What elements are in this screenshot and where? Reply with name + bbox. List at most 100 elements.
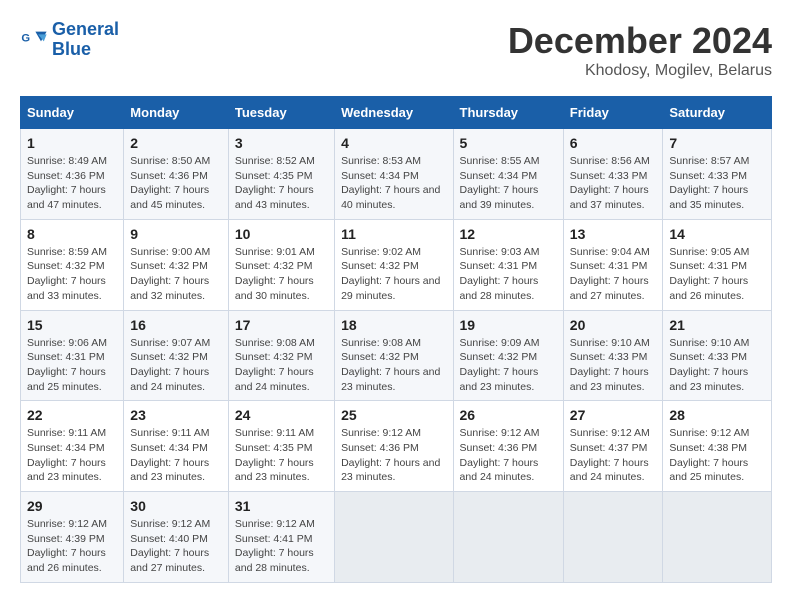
day-info: Sunrise: 9:08 AMSunset: 4:32 PMDaylight:… [235, 336, 328, 395]
day-number: 30 [130, 498, 222, 514]
logo-line1: General [52, 19, 119, 39]
title-block: December 2024 Khodosy, Mogilev, Belarus [508, 20, 772, 80]
calendar-cell: 5 Sunrise: 8:55 AMSunset: 4:34 PMDaylight… [453, 129, 563, 220]
weekday-header-saturday: Saturday [663, 97, 772, 129]
calendar-cell: 2 Sunrise: 8:50 AMSunset: 4:36 PMDaylight… [124, 129, 229, 220]
day-number: 26 [460, 407, 557, 423]
calendar-cell: 28Sunrise: 9:12 AMSunset: 4:38 PMDayligh… [663, 401, 772, 492]
day-number: 27 [570, 407, 657, 423]
day-number: 13 [570, 226, 657, 242]
calendar-cell: 6Sunrise: 8:56 AMSunset: 4:33 PMDaylight… [563, 129, 663, 220]
day-number: 16 [130, 317, 222, 333]
day-info: Sunrise: 9:03 AMSunset: 4:31 PMDaylight:… [460, 245, 557, 304]
calendar-cell: 1 Sunrise: 8:49 AMSunset: 4:36 PMDaylight… [21, 129, 124, 220]
day-info: Sunrise: 9:01 AMSunset: 4:32 PMDaylight:… [235, 245, 328, 304]
day-info: Sunrise: 9:00 AMSunset: 4:32 PMDaylight:… [130, 245, 222, 304]
day-info: Sunrise: 9:09 AMSunset: 4:32 PMDaylight:… [460, 336, 557, 395]
week-row-1: 1 Sunrise: 8:49 AMSunset: 4:36 PMDaylight… [21, 129, 772, 220]
day-info: Sunrise: 8:57 AMSunset: 4:33 PMDaylight:… [669, 154, 765, 213]
calendar-cell: 4 Sunrise: 8:53 AMSunset: 4:34 PMDaylight… [335, 129, 453, 220]
header: G General Blue December 2024 Khodosy, Mo… [20, 20, 772, 80]
calendar-cell: 18 Sunrise: 9:08 AMSunset: 4:32 PMDayligh… [335, 310, 453, 401]
day-number: 21 [669, 317, 765, 333]
day-info: Sunrise: 9:02 AMSunset: 4:32 PMDaylight:… [341, 245, 446, 304]
day-info: Sunrise: 9:12 AMSunset: 4:39 PMDaylight:… [27, 517, 117, 576]
week-row-5: 29 Sunrise: 9:12 AMSunset: 4:39 PMDayligh… [21, 492, 772, 583]
day-number: 29 [27, 498, 117, 514]
day-number: 14 [669, 226, 765, 242]
day-number: 17 [235, 317, 328, 333]
day-info: Sunrise: 9:12 AMSunset: 4:37 PMDaylight:… [570, 426, 657, 485]
calendar-cell: 9 Sunrise: 9:00 AMSunset: 4:32 PMDaylight… [124, 219, 229, 310]
week-row-3: 15Sunrise: 9:06 AMSunset: 4:31 PMDayligh… [21, 310, 772, 401]
day-info: Sunrise: 8:53 AMSunset: 4:34 PMDaylight:… [341, 154, 446, 213]
calendar-cell: 31 Sunrise: 9:12 AMSunset: 4:41 PMDayligh… [228, 492, 334, 583]
day-info: Sunrise: 9:04 AMSunset: 4:31 PMDaylight:… [570, 245, 657, 304]
calendar-cell: 25Sunrise: 9:12 AMSunset: 4:36 PMDayligh… [335, 401, 453, 492]
day-number: 31 [235, 498, 328, 514]
day-number: 15 [27, 317, 117, 333]
day-info: Sunrise: 9:12 AMSunset: 4:36 PMDaylight:… [460, 426, 557, 485]
calendar-table: SundayMondayTuesdayWednesdayThursdayFrid… [20, 96, 772, 583]
calendar-cell: 11Sunrise: 9:02 AMSunset: 4:32 PMDayligh… [335, 219, 453, 310]
weekday-header-tuesday: Tuesday [228, 97, 334, 129]
subtitle: Khodosy, Mogilev, Belarus [508, 62, 772, 80]
calendar-cell: 30 Sunrise: 9:12 AMSunset: 4:40 PMDayligh… [124, 492, 229, 583]
calendar-cell: 8Sunrise: 8:59 AMSunset: 4:32 PMDaylight… [21, 219, 124, 310]
calendar-cell: 16Sunrise: 9:07 AMSunset: 4:32 PMDayligh… [124, 310, 229, 401]
day-info: Sunrise: 9:10 AMSunset: 4:33 PMDaylight:… [669, 336, 765, 395]
calendar-cell: 12Sunrise: 9:03 AMSunset: 4:31 PMDayligh… [453, 219, 563, 310]
day-number: 19 [460, 317, 557, 333]
day-info: Sunrise: 9:12 AMSunset: 4:40 PMDaylight:… [130, 517, 222, 576]
day-number: 25 [341, 407, 446, 423]
day-number: 23 [130, 407, 222, 423]
calendar-cell: 20 Sunrise: 9:10 AMSunset: 4:33 PMDayligh… [563, 310, 663, 401]
day-number: 5 [460, 135, 557, 151]
calendar-cell: 15Sunrise: 9:06 AMSunset: 4:31 PMDayligh… [21, 310, 124, 401]
day-number: 2 [130, 135, 222, 151]
day-number: 7 [669, 135, 765, 151]
day-info: Sunrise: 9:12 AMSunset: 4:41 PMDaylight:… [235, 517, 328, 576]
day-info: Sunrise: 8:49 AMSunset: 4:36 PMDaylight:… [27, 154, 117, 213]
logo-line2: Blue [52, 39, 91, 59]
calendar-cell [563, 492, 663, 583]
calendar-cell [453, 492, 563, 583]
day-info: Sunrise: 8:59 AMSunset: 4:32 PMDaylight:… [27, 245, 117, 304]
day-info: Sunrise: 9:10 AMSunset: 4:33 PMDaylight:… [570, 336, 657, 395]
calendar-cell: 24 Sunrise: 9:11 AMSunset: 4:35 PMDayligh… [228, 401, 334, 492]
day-number: 10 [235, 226, 328, 242]
calendar-cell: 23 Sunrise: 9:11 AMSunset: 4:34 PMDayligh… [124, 401, 229, 492]
day-number: 20 [570, 317, 657, 333]
day-info: Sunrise: 9:11 AMSunset: 4:35 PMDaylight:… [235, 426, 328, 485]
calendar-cell: 19 Sunrise: 9:09 AMSunset: 4:32 PMDayligh… [453, 310, 563, 401]
svg-text:G: G [21, 32, 30, 44]
calendar-cell: 22 Sunrise: 9:11 AMSunset: 4:34 PMDayligh… [21, 401, 124, 492]
calendar-cell: 21 Sunrise: 9:10 AMSunset: 4:33 PMDayligh… [663, 310, 772, 401]
calendar-cell: 14Sunrise: 9:05 AMSunset: 4:31 PMDayligh… [663, 219, 772, 310]
day-info: Sunrise: 9:08 AMSunset: 4:32 PMDaylight:… [341, 336, 446, 395]
weekday-header-row: SundayMondayTuesdayWednesdayThursdayFrid… [21, 97, 772, 129]
calendar-cell: 27 Sunrise: 9:12 AMSunset: 4:37 PMDayligh… [563, 401, 663, 492]
day-info: Sunrise: 9:11 AMSunset: 4:34 PMDaylight:… [27, 426, 117, 485]
day-number: 18 [341, 317, 446, 333]
week-row-4: 22 Sunrise: 9:11 AMSunset: 4:34 PMDayligh… [21, 401, 772, 492]
calendar-cell: 3Sunrise: 8:52 AMSunset: 4:35 PMDaylight… [228, 129, 334, 220]
day-number: 22 [27, 407, 117, 423]
day-info: Sunrise: 8:56 AMSunset: 4:33 PMDaylight:… [570, 154, 657, 213]
day-number: 4 [341, 135, 446, 151]
day-info: Sunrise: 8:50 AMSunset: 4:36 PMDaylight:… [130, 154, 222, 213]
day-info: Sunrise: 8:55 AMSunset: 4:34 PMDaylight:… [460, 154, 557, 213]
day-number: 1 [27, 135, 117, 151]
logo: G General Blue [20, 20, 119, 60]
calendar-cell: 26 Sunrise: 9:12 AMSunset: 4:36 PMDayligh… [453, 401, 563, 492]
main-title: December 2024 [508, 20, 772, 62]
logo-icon: G [20, 26, 48, 54]
day-number: 9 [130, 226, 222, 242]
weekday-header-thursday: Thursday [453, 97, 563, 129]
weekday-header-monday: Monday [124, 97, 229, 129]
weekday-header-friday: Friday [563, 97, 663, 129]
week-row-2: 8Sunrise: 8:59 AMSunset: 4:32 PMDaylight… [21, 219, 772, 310]
day-info: Sunrise: 9:11 AMSunset: 4:34 PMDaylight:… [130, 426, 222, 485]
weekday-header-sunday: Sunday [21, 97, 124, 129]
day-number: 24 [235, 407, 328, 423]
